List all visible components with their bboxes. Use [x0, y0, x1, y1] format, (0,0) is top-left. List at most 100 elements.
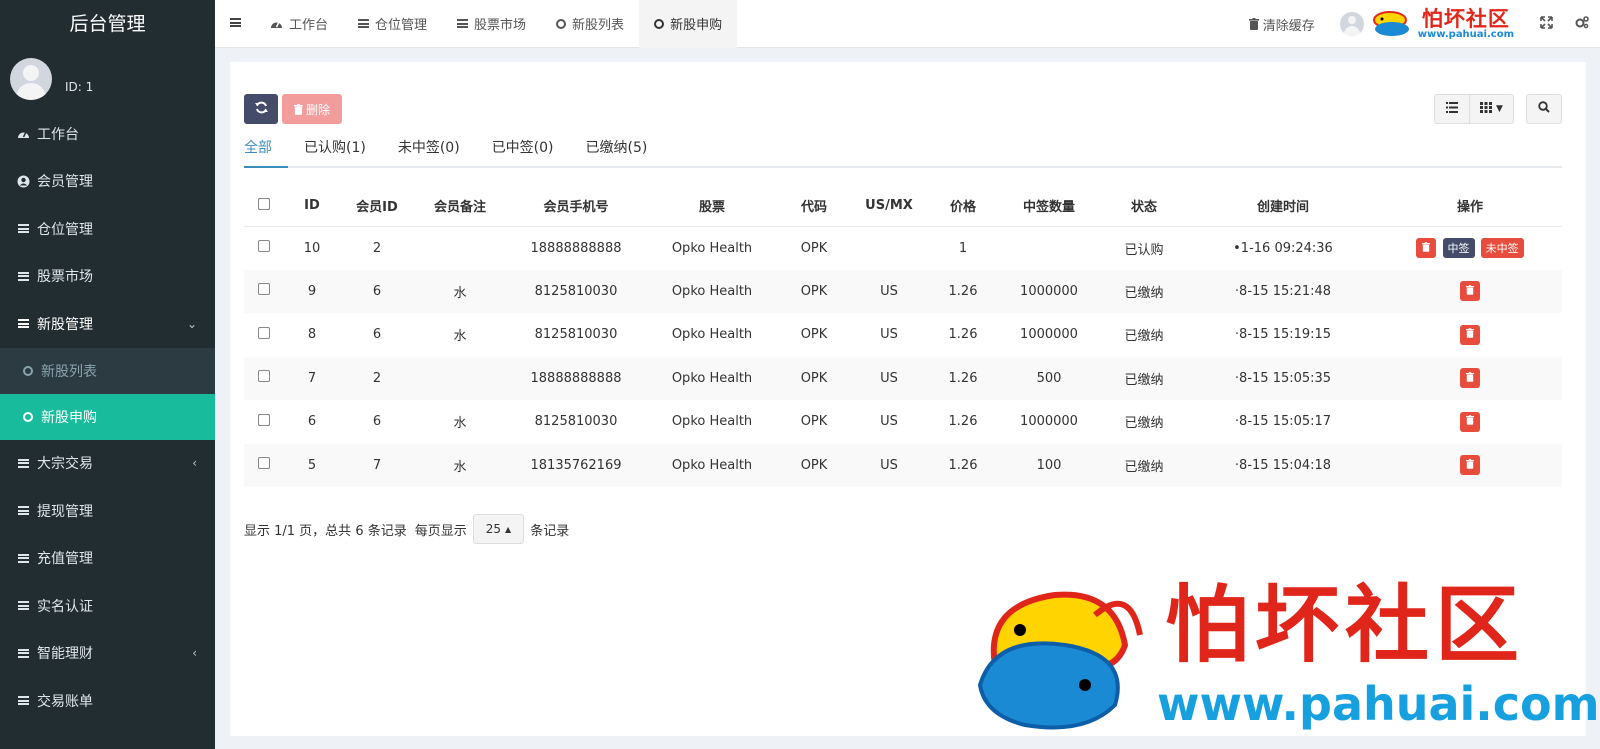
- sidebar-item-positions[interactable]: 仓位管理: [0, 205, 215, 253]
- search-button[interactable]: [1526, 94, 1562, 124]
- column-header[interactable]: 状态: [1100, 186, 1188, 227]
- row-checkbox[interactable]: [258, 457, 270, 470]
- caret-down-icon: ▼: [1496, 104, 1503, 114]
- filter-tab-paid[interactable]: 已缴纳(5): [586, 134, 664, 168]
- refresh-button[interactable]: [244, 94, 278, 124]
- row-checkbox[interactable]: [258, 283, 270, 296]
- row-checkbox-cell: [244, 269, 284, 313]
- table-row[interactable]: 7 2 18888888888 Opko Health OPK US 1.26 …: [244, 356, 1562, 400]
- sidebar-item-withdrawals[interactable]: 提现管理: [0, 487, 215, 535]
- columns-dropdown-button[interactable]: ▼: [1470, 94, 1514, 124]
- sidebar-item-ipo-subscription[interactable]: 新股申购: [0, 393, 215, 440]
- fullscreen-button[interactable]: [1528, 0, 1564, 48]
- dashboard-icon: [17, 128, 30, 140]
- delete-button[interactable]: 删除: [282, 94, 342, 124]
- sidebar-item-ipo-list[interactable]: 新股列表: [0, 347, 215, 394]
- menu-icon: [457, 19, 469, 28]
- filter-tab-won[interactable]: 已中签(0): [492, 134, 570, 168]
- brand-logo-text: 怕坏社区: [1421, 5, 1510, 31]
- dashboard-icon: [270, 18, 283, 30]
- row-checkbox-cell: [244, 313, 284, 357]
- mark-lost-button[interactable]: 未中签: [1480, 237, 1524, 258]
- table-row[interactable]: 5 7 水 18135762169 Opko Health OPK US 1.2…: [244, 443, 1562, 487]
- sidebar-item-smart-finance[interactable]: 智能理财 ‹: [0, 630, 215, 678]
- tab-positions[interactable]: 仓位管理: [343, 0, 442, 48]
- column-header[interactable]: 会员手机号: [506, 186, 646, 227]
- tab-dashboard[interactable]: 工作台: [255, 0, 343, 48]
- cell-phone: 18135762169: [506, 443, 646, 487]
- column-header[interactable]: 创建时间: [1188, 186, 1378, 227]
- row-checkbox[interactable]: [258, 370, 270, 383]
- row-delete-button[interactable]: [1460, 281, 1480, 302]
- caret-up-icon: ▲: [505, 524, 512, 534]
- row-delete-button[interactable]: [1460, 368, 1480, 389]
- sidebar-item-label: 大宗交易: [37, 456, 93, 473]
- sidebar-item-deposits[interactable]: 充值管理: [0, 535, 215, 583]
- column-header[interactable]: ID: [284, 186, 340, 227]
- sidebar-item-verification[interactable]: 实名认证: [0, 582, 215, 630]
- cell-note: 水: [414, 313, 506, 357]
- brand-logo: 怕坏社区 www.pahuai.com: [1418, 5, 1514, 40]
- row-checkbox[interactable]: [258, 240, 270, 252]
- column-header[interactable]: 代码: [778, 186, 850, 227]
- table-row[interactable]: 9 6 水 8125810030 Opko Health OPK US 1.26…: [244, 269, 1562, 313]
- cell-market: US: [850, 313, 928, 357]
- filter-tab-not-won[interactable]: 未中签(0): [398, 134, 476, 168]
- trash-icon: [1466, 328, 1474, 341]
- row-delete-button[interactable]: [1460, 324, 1480, 345]
- menu-icon: [17, 271, 30, 281]
- sidebar-item-trade-bills[interactable]: 交易账单: [0, 677, 215, 725]
- tab-stock-market[interactable]: 股票市场: [442, 0, 541, 48]
- page-size-dropdown[interactable]: 25 ▲: [472, 514, 525, 544]
- column-header[interactable]: 股票: [646, 186, 778, 227]
- sidebar-toggle-button[interactable]: [215, 0, 255, 48]
- row-delete-button[interactable]: [1460, 455, 1480, 476]
- avatar[interactable]: [10, 58, 52, 100]
- cell-created: ·8-15 15:05:17: [1188, 400, 1378, 444]
- tab-label: 新股申购: [670, 18, 723, 33]
- table-view-tools: ▼: [1434, 94, 1562, 124]
- tab-ipo-subscription[interactable]: 新股申购: [639, 0, 738, 48]
- column-header[interactable]: 会员备注: [414, 186, 506, 227]
- gears-icon: [1575, 15, 1589, 33]
- column-header[interactable]: 中签数量: [998, 186, 1100, 227]
- user-circle-icon: [17, 175, 30, 188]
- row-delete-button[interactable]: [1416, 238, 1437, 259]
- table-row[interactable]: 8 6 水 8125810030 Opko Health OPK US 1.26…: [244, 313, 1562, 357]
- sidebar-item-label: 工作台: [37, 126, 79, 143]
- settings-button[interactable]: [1564, 0, 1600, 48]
- column-header[interactable]: 会员ID: [340, 186, 414, 227]
- sidebar-item-label: 新股管理: [37, 316, 93, 333]
- filter-tab-all[interactable]: 全部: [244, 134, 288, 168]
- column-header[interactable]: US/MX: [850, 186, 928, 227]
- cell-price: 1: [928, 226, 998, 270]
- tab-ipo-list[interactable]: 新股列表: [541, 0, 639, 48]
- sidebar-item-block-trade[interactable]: 大宗交易 ‹: [0, 440, 215, 488]
- row-checkbox[interactable]: [258, 413, 270, 426]
- status-filter-tabs: 全部 已认购(1) 未中签(0) 已中签(0) 已缴纳(5): [244, 134, 1562, 168]
- cell-stock: Opko Health: [646, 443, 778, 487]
- sidebar-item-ipo-management[interactable]: 新股管理 ⌄: [0, 300, 215, 348]
- mark-won-button[interactable]: 中签: [1442, 237, 1475, 258]
- row-checkbox-cell: [244, 400, 284, 444]
- sidebar-brand[interactable]: 后台管理: [0, 0, 215, 48]
- pagination-summary: 显示 1/1 页，总共 6 条记录: [244, 523, 407, 539]
- sidebar-item-members[interactable]: 会员管理: [0, 158, 215, 206]
- row-delete-button[interactable]: [1460, 411, 1480, 432]
- table-row[interactable]: 10 2 18888888888 Opko Health OPK 1 已认购 •…: [244, 226, 1562, 270]
- clear-cache-button[interactable]: 清除缓存: [1248, 15, 1315, 34]
- watermark: 怕坏社区 www.pahuai.com: [965, 575, 1600, 735]
- toggle-list-view-button[interactable]: [1434, 94, 1470, 124]
- user-id: ID: 1: [65, 80, 94, 94]
- cell-status: 已缴纳: [1100, 356, 1188, 400]
- avatar[interactable]: [1339, 12, 1364, 36]
- row-checkbox[interactable]: [258, 326, 270, 339]
- filter-tab-subscribed[interactable]: 已认购(1): [304, 134, 382, 168]
- cell-quantity: 1000000: [998, 313, 1100, 357]
- sidebar-item-stock-market[interactable]: 股票市场: [0, 253, 215, 301]
- sidebar-item-dashboard[interactable]: 工作台: [0, 110, 215, 158]
- search-icon: [1538, 101, 1550, 117]
- select-all-checkbox[interactable]: [258, 197, 270, 210]
- column-header[interactable]: 价格: [928, 186, 998, 227]
- table-row[interactable]: 6 6 水 8125810030 Opko Health OPK US 1.26…: [244, 400, 1562, 444]
